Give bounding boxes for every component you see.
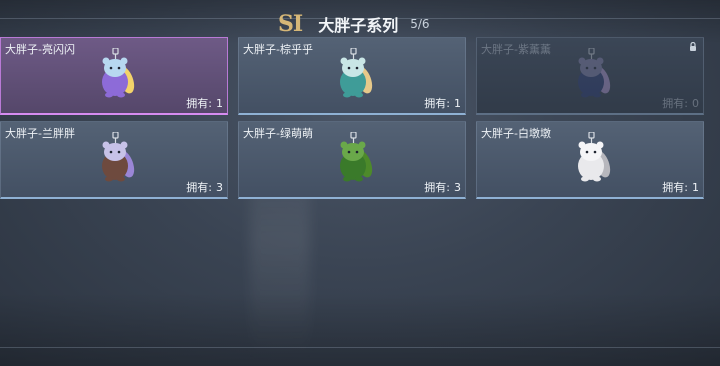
card-owned-count: 拥有: 3 <box>424 179 461 195</box>
pendant-figure-icon <box>91 47 141 102</box>
owned-label: 拥有: <box>186 97 212 110</box>
owned-label: 拥有: <box>424 181 450 194</box>
card-name: 大胖子-绿萌萌 <box>243 127 313 140</box>
collection-panel: SI 大胖子系列 5/6 大胖子-亮闪闪 拥有: 1 大胖子-棕乎乎 拥有: 1 大… <box>0 13 720 348</box>
owned-label: 拥有: <box>662 97 688 110</box>
card-owned-count: 拥有: 1 <box>662 179 699 195</box>
owned-value: 3 <box>454 181 461 194</box>
owned-value: 1 <box>692 181 699 194</box>
series-count: 5/6 <box>410 17 430 31</box>
owned-label: 拥有: <box>424 97 450 110</box>
series-header: SI 大胖子系列 5/6 <box>278 11 430 37</box>
series-emblem: SI <box>278 11 303 37</box>
pendant-figure-icon <box>567 47 617 102</box>
pendant-figure-icon <box>329 47 379 102</box>
collection-card[interactable]: 大胖子-紫薰薰 拥有: 0 <box>476 37 704 115</box>
pendant-figure-icon <box>567 131 617 186</box>
pendant-figure-icon <box>91 131 141 186</box>
pendant-figure-icon <box>329 131 379 186</box>
owned-label: 拥有: <box>662 181 688 194</box>
card-name: 大胖子-棕乎乎 <box>243 43 313 56</box>
lock-icon <box>690 42 696 51</box>
card-name: 大胖子-紫薰薰 <box>481 43 551 56</box>
owned-value: 1 <box>454 97 461 110</box>
collection-card[interactable]: 大胖子-兰胖胖 拥有: 3 <box>0 121 228 199</box>
series-title: 大胖子系列 <box>318 16 399 35</box>
collection-card[interactable]: 大胖子-白墩墩 拥有: 1 <box>476 121 704 199</box>
owned-value: 1 <box>216 97 223 110</box>
card-owned-count: 拥有: 1 <box>186 95 223 111</box>
owned-value: 0 <box>692 97 699 110</box>
collection-card[interactable]: 大胖子-亮闪闪 拥有: 1 <box>0 37 228 115</box>
collection-card[interactable]: 大胖子-棕乎乎 拥有: 1 <box>238 37 466 115</box>
card-owned-count: 拥有: 1 <box>424 95 461 111</box>
card-owned-count: 拥有: 0 <box>662 95 699 111</box>
card-name: 大胖子-亮闪闪 <box>5 43 75 56</box>
collection-card[interactable]: 大胖子-绿萌萌 拥有: 3 <box>238 121 466 199</box>
card-name: 大胖子-白墩墩 <box>481 127 551 140</box>
owned-value: 3 <box>216 181 223 194</box>
card-name: 大胖子-兰胖胖 <box>5 127 75 140</box>
card-owned-count: 拥有: 3 <box>186 179 223 195</box>
owned-label: 拥有: <box>186 181 212 194</box>
